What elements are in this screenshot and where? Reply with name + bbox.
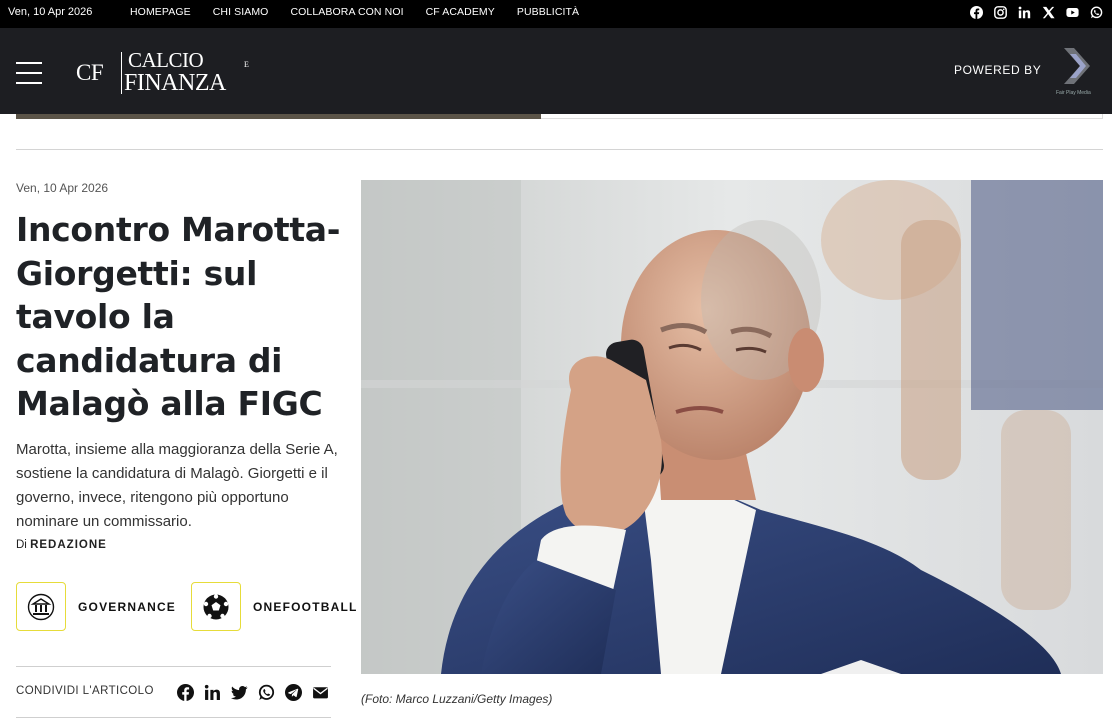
linkedin-icon[interactable]	[203, 683, 221, 701]
governance-building-icon	[27, 593, 55, 620]
section-divider	[16, 149, 1103, 150]
facebook-icon[interactable]	[176, 683, 194, 701]
share-divider-top	[16, 666, 331, 667]
football-icon	[203, 593, 229, 619]
tag-label: ONEFOOTBALL	[253, 599, 358, 614]
tag-onefootball[interactable]: ONEFOOTBALL	[191, 582, 358, 631]
linkedin-icon[interactable]	[1016, 4, 1032, 20]
tag-icon-box	[16, 582, 66, 631]
top-nav: HOMEPAGE CHI SIAMO COLLABORA CON NOI CF …	[130, 6, 601, 18]
logo-e: E	[244, 60, 249, 69]
share-buttons	[176, 683, 329, 701]
social-links	[968, 4, 1104, 20]
whatsapp-icon[interactable]	[1088, 4, 1104, 20]
photo-caption: (Foto: Marco Luzzani/Getty Images)	[361, 692, 553, 706]
logo-cf: CF	[76, 60, 104, 85]
previous-image-strip	[16, 114, 541, 119]
article-date: Ven, 10 Apr 2026	[16, 181, 109, 195]
facebook-icon[interactable]	[968, 4, 984, 20]
partner-caption: Fair Play Media	[1056, 90, 1091, 96]
article-lead: Marotta, insieme alla maggioranza della …	[16, 441, 338, 530]
photo-illustration	[361, 180, 1103, 674]
byline: Di REDAZIONE	[16, 539, 107, 551]
top-bar: Ven, 10 Apr 2026 HOMEPAGE CHI SIAMO COLL…	[0, 0, 1112, 28]
whatsapp-icon[interactable]	[257, 683, 275, 701]
nav-pubblicita[interactable]: PUBBLICITÀ	[517, 6, 579, 18]
top-date: Ven, 10 Apr 2026	[8, 6, 93, 18]
telegram-icon[interactable]	[284, 683, 302, 701]
byline-prefix: Di	[16, 539, 27, 551]
site-logo[interactable]: CF CALCIO E FINANZA	[76, 46, 266, 98]
nav-cf-academy[interactable]: CF ACADEMY	[426, 6, 495, 18]
partner-logo[interactable]: Fair Play Media	[1052, 42, 1100, 100]
author-link[interactable]: REDAZIONE	[30, 539, 107, 551]
youtube-icon[interactable]	[1064, 4, 1080, 20]
nav-collabora[interactable]: COLLABORA CON NOI	[290, 6, 403, 18]
tag-label: GOVERNANCE	[78, 599, 177, 614]
article-photo	[361, 180, 1103, 674]
twitter-icon[interactable]	[230, 683, 248, 701]
site-header: CF CALCIO E FINANZA POWERED BY Fair Play…	[0, 28, 1112, 114]
article-title: Incontro Marotta-Giorgetti: sul tavolo l…	[16, 210, 341, 423]
tag-icon-box	[191, 582, 241, 631]
divider	[1102, 114, 1103, 119]
tag-governance[interactable]: GOVERNANCE	[16, 582, 176, 631]
nav-homepage[interactable]: HOMEPAGE	[130, 6, 191, 18]
logo-divider	[121, 52, 122, 94]
powered-by-label: POWERED BY	[954, 63, 1042, 77]
share-label: CONDIVIDI L'ARTICOLO	[16, 685, 154, 697]
instagram-icon[interactable]	[992, 4, 1008, 20]
x-icon[interactable]	[1040, 4, 1056, 20]
share-divider-bottom	[16, 717, 331, 718]
chevron-logo-icon	[1064, 48, 1090, 84]
hamburger-menu-icon[interactable]	[16, 60, 42, 86]
nav-chi-siamo[interactable]: CHI SIAMO	[213, 6, 269, 18]
email-icon[interactable]	[311, 683, 329, 701]
logo-finanza: FINANZA	[124, 70, 226, 96]
divider	[541, 118, 1103, 119]
